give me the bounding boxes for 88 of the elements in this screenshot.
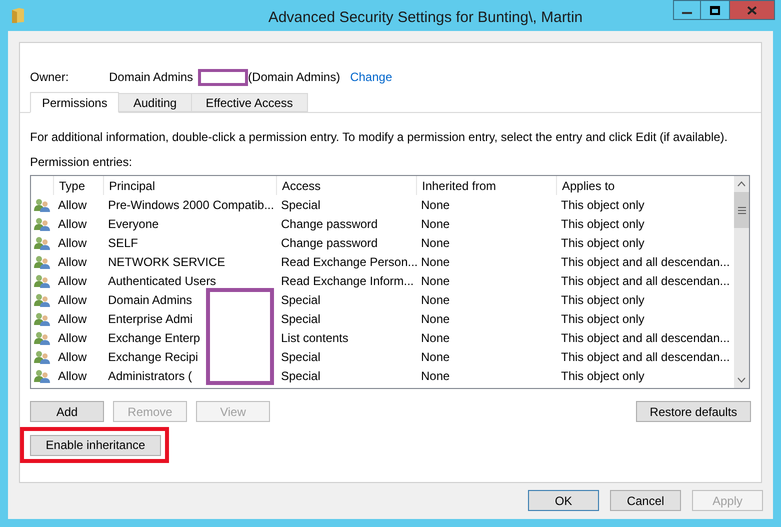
table-cell-text: Enterprise Admi bbox=[107, 310, 194, 328]
column-header[interactable]: Principal bbox=[103, 176, 276, 195]
user-group-icon bbox=[34, 216, 50, 230]
table-cell-text: Allow bbox=[57, 234, 88, 252]
table-cell-text: Domain Admins bbox=[107, 292, 194, 308]
change-link[interactable]: Change bbox=[350, 68, 392, 86]
user-group-icon bbox=[34, 198, 50, 212]
close-button[interactable] bbox=[729, 0, 775, 20]
scroll-up-icon[interactable] bbox=[737, 181, 746, 187]
table-cell-text: None bbox=[420, 368, 451, 384]
table-cell-text: None bbox=[420, 330, 451, 346]
table-cell-text: Allow bbox=[57, 368, 88, 384]
table-cell-text: SELF bbox=[107, 234, 140, 252]
user-group-icon bbox=[34, 312, 50, 326]
tab[interactable]: Effective Access bbox=[190, 93, 308, 112]
table-cell-text: None bbox=[420, 348, 451, 366]
table-cell-text: Special bbox=[280, 196, 322, 214]
table-cell-text: None bbox=[420, 196, 451, 214]
user-group-icon bbox=[34, 350, 50, 364]
tab[interactable]: Permissions bbox=[30, 92, 120, 113]
table-cell-text: This object and all descendan... bbox=[560, 330, 731, 346]
dialog-button[interactable]: OK bbox=[528, 490, 599, 511]
table-cell-text: Special bbox=[280, 368, 322, 384]
description-text: For additional information, double-click a permission entry. To modify a permission entry, select the entry and click Edit (if available). bbox=[30, 129, 729, 146]
column-header[interactable]: Inherited from bbox=[416, 176, 556, 195]
table-cell-text: Special bbox=[280, 310, 322, 328]
table-cell-text: None bbox=[420, 292, 451, 308]
table-cell-text: This object and all descendan... bbox=[560, 254, 731, 270]
table-cell-text: Everyone bbox=[107, 216, 160, 232]
column-header[interactable]: Type bbox=[53, 176, 103, 195]
owner-group: (Domain Admins) bbox=[248, 68, 340, 86]
table-cell-text: None bbox=[420, 310, 451, 328]
table-cell-text: Special bbox=[280, 292, 322, 308]
table-cell-text: None bbox=[420, 216, 451, 232]
column-header[interactable]: Access bbox=[276, 176, 416, 195]
table-cell-text: Allow bbox=[57, 292, 88, 308]
folder-icon bbox=[11, 7, 25, 24]
scrollbar-thumb[interactable] bbox=[734, 192, 749, 228]
table-cell-text: None bbox=[420, 272, 451, 290]
table-cell-text: This object only bbox=[560, 292, 646, 308]
table-cell-text: This object and all descendan... bbox=[560, 348, 731, 366]
user-group-icon bbox=[34, 254, 50, 268]
table-cell-text: Allow bbox=[57, 272, 88, 290]
table-cell-text: None bbox=[420, 234, 451, 252]
enable-inheritance-button[interactable]: Enable inheritance bbox=[30, 434, 161, 456]
window-title: Advanced Security Settings for Bunting\, Martin bbox=[267, 8, 584, 28]
list-button[interactable]: Add bbox=[30, 401, 104, 422]
close-icon bbox=[747, 6, 757, 14]
minimize-button[interactable] bbox=[673, 0, 701, 20]
table-cell-text: Change password bbox=[280, 234, 379, 252]
table-cell-text: Read Exchange Inform... bbox=[280, 272, 415, 290]
table-cell-text: This object only bbox=[560, 368, 646, 384]
user-group-icon bbox=[34, 274, 50, 288]
table-cell-text: Read Exchange Person... bbox=[280, 254, 416, 270]
table-cell-text: Allow bbox=[57, 310, 88, 328]
table-cell-text: This object and all descendan... bbox=[560, 272, 731, 290]
table-cell-text: Allow bbox=[57, 196, 88, 214]
redaction-box bbox=[198, 68, 248, 86]
user-group-icon bbox=[34, 330, 50, 344]
dialog-button[interactable]: Cancel bbox=[610, 490, 681, 511]
table-cell-text: Pre-Windows 2000 Compatib... bbox=[107, 196, 276, 214]
table-cell-text: List contents bbox=[280, 330, 350, 346]
user-group-icon bbox=[34, 292, 50, 306]
table-cell-text: Allow bbox=[57, 254, 88, 270]
table-cell-text: Authenticated Users bbox=[107, 272, 218, 290]
scrollbar[interactable] bbox=[734, 176, 749, 388]
entries-label: Permission entries: bbox=[30, 154, 134, 171]
table-cell-text: Allow bbox=[57, 330, 88, 346]
table-cell-text: Exchange Enterp bbox=[107, 330, 202, 346]
table-cell-text: Special bbox=[280, 348, 322, 366]
table-cell-text: None bbox=[420, 254, 451, 270]
table-cell-text: This object only bbox=[560, 216, 646, 232]
restore-defaults-button[interactable]: Restore defaults bbox=[636, 401, 751, 422]
user-group-icon bbox=[34, 368, 50, 382]
tab[interactable]: Auditing bbox=[118, 93, 192, 112]
scroll-down-icon[interactable] bbox=[737, 377, 746, 383]
table-cell-text: Change password bbox=[280, 216, 379, 232]
table-cell-text: Allow bbox=[57, 216, 88, 232]
table-cell-text: Exchange Recipi bbox=[107, 348, 200, 366]
table-cell-text: NETWORK SERVICE bbox=[107, 254, 226, 270]
table-cell-text: This object only bbox=[560, 234, 646, 252]
table-cell-text: Administrators ( bbox=[107, 368, 194, 384]
owner-name: Domain Admins bbox=[109, 69, 194, 86]
table-cell-text: Allow bbox=[57, 348, 88, 366]
table-cell-text: This object only bbox=[560, 310, 646, 328]
user-group-icon bbox=[34, 236, 50, 250]
owner-label: Owner: bbox=[30, 69, 70, 86]
table-cell-text: This object only bbox=[560, 196, 646, 214]
